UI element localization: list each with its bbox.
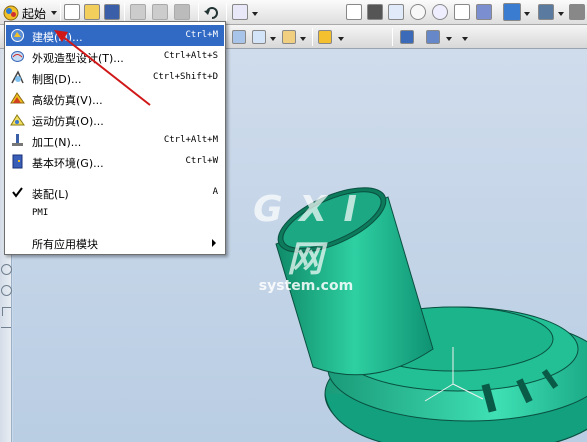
menu-item-label: 加工(N)... bbox=[32, 136, 82, 149]
modeling-icon bbox=[11, 29, 24, 42]
extrude-icon[interactable] bbox=[252, 30, 266, 44]
snap-point-icon[interactable] bbox=[1, 264, 12, 275]
menu-item-drafting[interactable]: 制图(D)... Ctrl+Shift+D bbox=[6, 67, 224, 88]
toolbar-separator bbox=[60, 3, 61, 21]
menu-separator bbox=[9, 177, 221, 178]
overflow-icon[interactable] bbox=[569, 4, 585, 20]
drafting-icon bbox=[11, 70, 24, 84]
checkmark-icon bbox=[12, 187, 23, 198]
view-orient-icon[interactable] bbox=[503, 3, 521, 21]
advanced-simulation-icon bbox=[10, 92, 25, 104]
line-snap-icon[interactable] bbox=[1, 327, 11, 328]
chevron-down-icon[interactable] bbox=[462, 37, 468, 41]
menu-item-label: 制图(D)... bbox=[32, 73, 82, 86]
menu-item-shape-studio[interactable]: 外观造型设计(T)... Ctrl+Alt+S bbox=[6, 46, 224, 67]
select-pointer-icon[interactable] bbox=[232, 4, 248, 20]
menu-item-label: 装配(L) bbox=[32, 188, 69, 201]
menu-item-shortcut: A bbox=[212, 187, 218, 197]
menu-item-label: 所有应用模块 bbox=[32, 238, 98, 251]
menu-item-shortcut: Ctrl+M bbox=[185, 30, 218, 40]
new-file-icon[interactable] bbox=[64, 4, 80, 20]
layer-icon[interactable] bbox=[400, 30, 414, 44]
motion-simulation-icon bbox=[10, 114, 25, 126]
menu-item-manufacturing[interactable]: 加工(N)... Ctrl+Alt+M bbox=[6, 130, 224, 151]
zoom-icon[interactable] bbox=[388, 4, 404, 20]
feature-icon[interactable] bbox=[282, 30, 296, 44]
watermark-logo: G X I 网 bbox=[253, 189, 359, 280]
open-folder-icon[interactable] bbox=[84, 4, 100, 20]
menu-item-gateway[interactable]: 基本环境(G)... Ctrl+W bbox=[6, 151, 224, 172]
chevron-down-icon[interactable] bbox=[558, 12, 564, 16]
filter-icon[interactable] bbox=[318, 30, 332, 44]
menu-item-modeling[interactable]: 建模(M)... Ctrl+M bbox=[6, 25, 224, 46]
toolbar-separator bbox=[226, 3, 227, 21]
chevron-down-icon[interactable] bbox=[252, 12, 258, 16]
menu-item-label: PMI bbox=[32, 208, 49, 218]
render-style-icon[interactable] bbox=[538, 4, 554, 20]
submenu-arrow-icon bbox=[212, 239, 216, 247]
fit-view-icon[interactable] bbox=[346, 4, 362, 20]
zoom-window-icon[interactable] bbox=[367, 4, 383, 20]
menu-item-all-applications[interactable]: 所有应用模块 bbox=[6, 232, 224, 253]
menu-item-label: 建模(M)... bbox=[32, 31, 83, 44]
menu-item-shortcut: Ctrl+Alt+M bbox=[163, 135, 218, 145]
shape-studio-icon bbox=[11, 51, 24, 62]
rotate-icon[interactable] bbox=[432, 4, 448, 20]
menu-item-label: 外观造型设计(T)... bbox=[32, 52, 124, 65]
manufacturing-icon bbox=[12, 134, 23, 146]
render-icon[interactable] bbox=[454, 4, 470, 20]
start-icon bbox=[3, 5, 19, 21]
save-icon[interactable] bbox=[104, 4, 120, 20]
chevron-down-icon[interactable] bbox=[524, 12, 530, 16]
menu-item-shortcut: Ctrl+Shift+D bbox=[152, 72, 218, 82]
menu-item-label: 高级仿真(V)... bbox=[32, 94, 103, 107]
watermark: G X I 网 system.com bbox=[231, 189, 381, 294]
menu-item-advanced-simulation[interactable]: 高级仿真(V)... bbox=[6, 88, 224, 109]
watermark-url: system.com bbox=[258, 278, 354, 294]
paste-icon[interactable] bbox=[174, 4, 190, 20]
menu-item-shortcut: Ctrl+W bbox=[185, 156, 218, 166]
start-menu: 建模(M)... Ctrl+M 外观造型设计(T)... Ctrl+Alt+S … bbox=[4, 21, 226, 255]
magnify-icon[interactable] bbox=[410, 4, 426, 20]
menu-item-label: 运动仿真(O)... bbox=[32, 115, 104, 128]
menu-item-shortcut: Ctrl+Alt+S bbox=[163, 51, 218, 61]
wcs-icon[interactable] bbox=[426, 30, 440, 44]
undo-icon[interactable] bbox=[204, 5, 220, 19]
menu-item-label: 基本环境(G)... bbox=[32, 157, 104, 170]
chevron-down-icon bbox=[51, 11, 57, 15]
toolbar-separator bbox=[124, 3, 125, 21]
gateway-icon bbox=[12, 154, 23, 169]
sketch-icon[interactable] bbox=[232, 30, 246, 44]
menu-item-motion-simulation[interactable]: 运动仿真(O)... bbox=[6, 109, 224, 130]
chevron-down-icon[interactable] bbox=[270, 37, 276, 41]
circle-snap-icon[interactable] bbox=[1, 285, 12, 296]
copy-icon[interactable] bbox=[152, 4, 168, 20]
chevron-down-icon[interactable] bbox=[338, 37, 344, 41]
cut-icon[interactable] bbox=[130, 4, 146, 20]
start-label: 起始 bbox=[22, 7, 47, 21]
toolbar-separator bbox=[198, 3, 199, 21]
chevron-down-icon[interactable] bbox=[446, 37, 452, 41]
toolbar-separator bbox=[312, 28, 313, 46]
midpoint-snap-icon[interactable] bbox=[2, 307, 11, 316]
toolbar-separator bbox=[392, 28, 393, 46]
menu-separator bbox=[9, 227, 221, 228]
perspective-icon[interactable] bbox=[476, 4, 492, 20]
chevron-down-icon[interactable] bbox=[300, 37, 306, 41]
start-button[interactable]: 起始 bbox=[2, 3, 58, 22]
menu-item-pmi[interactable]: PMI bbox=[6, 203, 224, 224]
menu-item-assembly[interactable]: 装配(L) A bbox=[6, 182, 224, 203]
